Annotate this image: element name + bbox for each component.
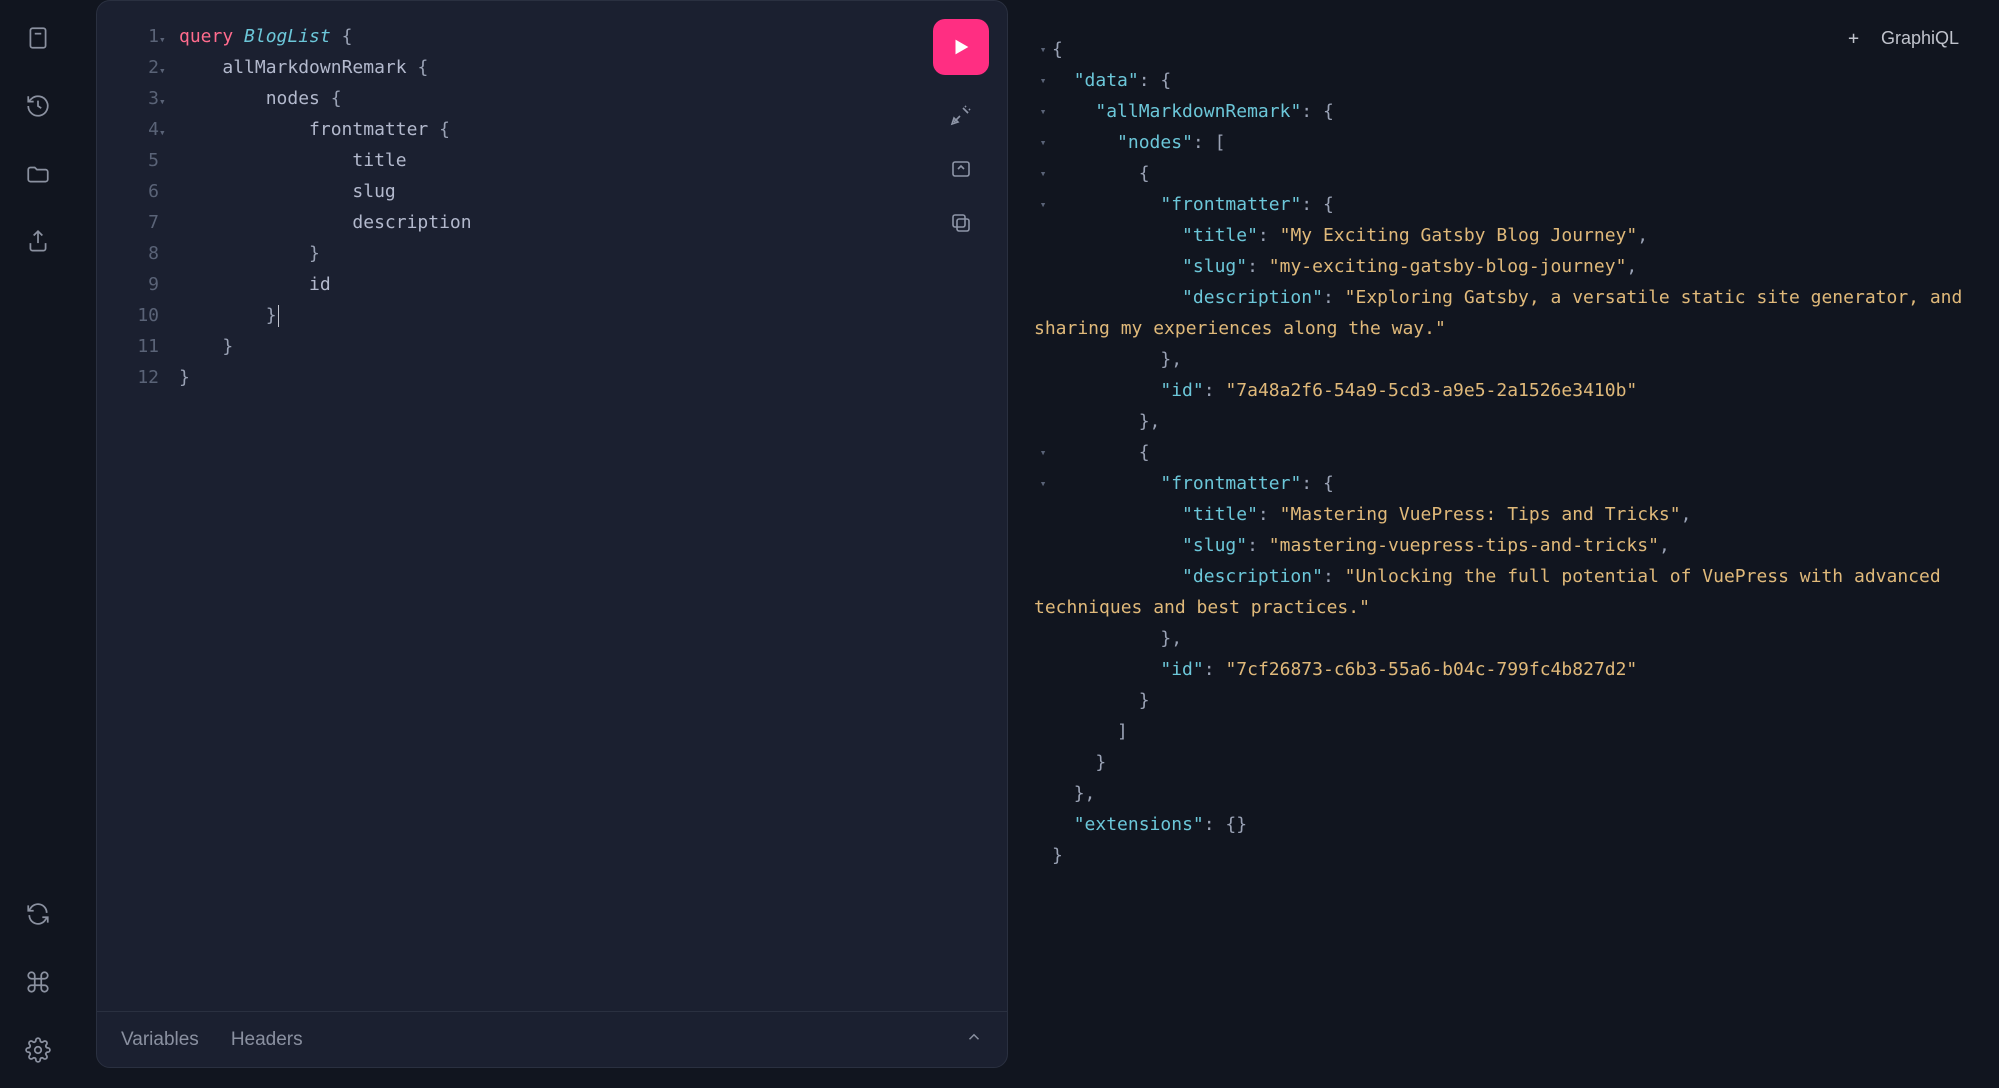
refresh-icon[interactable] bbox=[24, 900, 52, 928]
merge-icon[interactable] bbox=[947, 155, 975, 183]
tab-headers[interactable]: Headers bbox=[231, 1029, 303, 1051]
line-gutter: 1 2 3 4 5 6 7 8 9 10 11 12 bbox=[97, 21, 167, 1001]
copy-icon[interactable] bbox=[947, 209, 975, 237]
brand-text: GraphiQL bbox=[1881, 28, 1959, 48]
app-root: 1 2 3 4 5 6 7 8 9 10 11 12 query BlogLis… bbox=[0, 0, 1999, 1088]
main: 1 2 3 4 5 6 7 8 9 10 11 12 query BlogLis… bbox=[76, 0, 1999, 1088]
settings-icon[interactable] bbox=[24, 1036, 52, 1064]
add-tab-button[interactable]: + bbox=[1848, 28, 1859, 49]
brand: GraphiQL bbox=[1881, 28, 1959, 49]
explorer-icon[interactable] bbox=[24, 160, 52, 188]
execute-button[interactable] bbox=[933, 19, 989, 75]
sidebar bbox=[0, 0, 76, 1088]
result-panel: + GraphiQL ▾{ ▾ "data": { ▾ "allMarkdown… bbox=[1028, 0, 1979, 1068]
shortcuts-icon[interactable] bbox=[24, 968, 52, 996]
prettify-icon[interactable] bbox=[947, 101, 975, 129]
query-code[interactable]: query BlogList { allMarkdownRemark { nod… bbox=[167, 21, 472, 1001]
query-editor[interactable]: 1 2 3 4 5 6 7 8 9 10 11 12 query BlogLis… bbox=[97, 1, 1007, 1011]
docs-icon[interactable] bbox=[24, 24, 52, 52]
query-actions bbox=[933, 19, 989, 237]
collapse-bottom-icon[interactable] bbox=[965, 1028, 983, 1052]
editor-bottom-bar: Variables Headers bbox=[97, 1011, 1007, 1067]
history-icon[interactable] bbox=[24, 92, 52, 120]
tab-variables[interactable]: Variables bbox=[121, 1029, 199, 1051]
panels: 1 2 3 4 5 6 7 8 9 10 11 12 query BlogLis… bbox=[76, 0, 1999, 1088]
query-panel: 1 2 3 4 5 6 7 8 9 10 11 12 query BlogLis… bbox=[96, 0, 1008, 1068]
export-icon[interactable] bbox=[24, 228, 52, 256]
result-json[interactable]: ▾{ ▾ "data": { ▾ "allMarkdownRemark": { … bbox=[1034, 34, 1969, 871]
